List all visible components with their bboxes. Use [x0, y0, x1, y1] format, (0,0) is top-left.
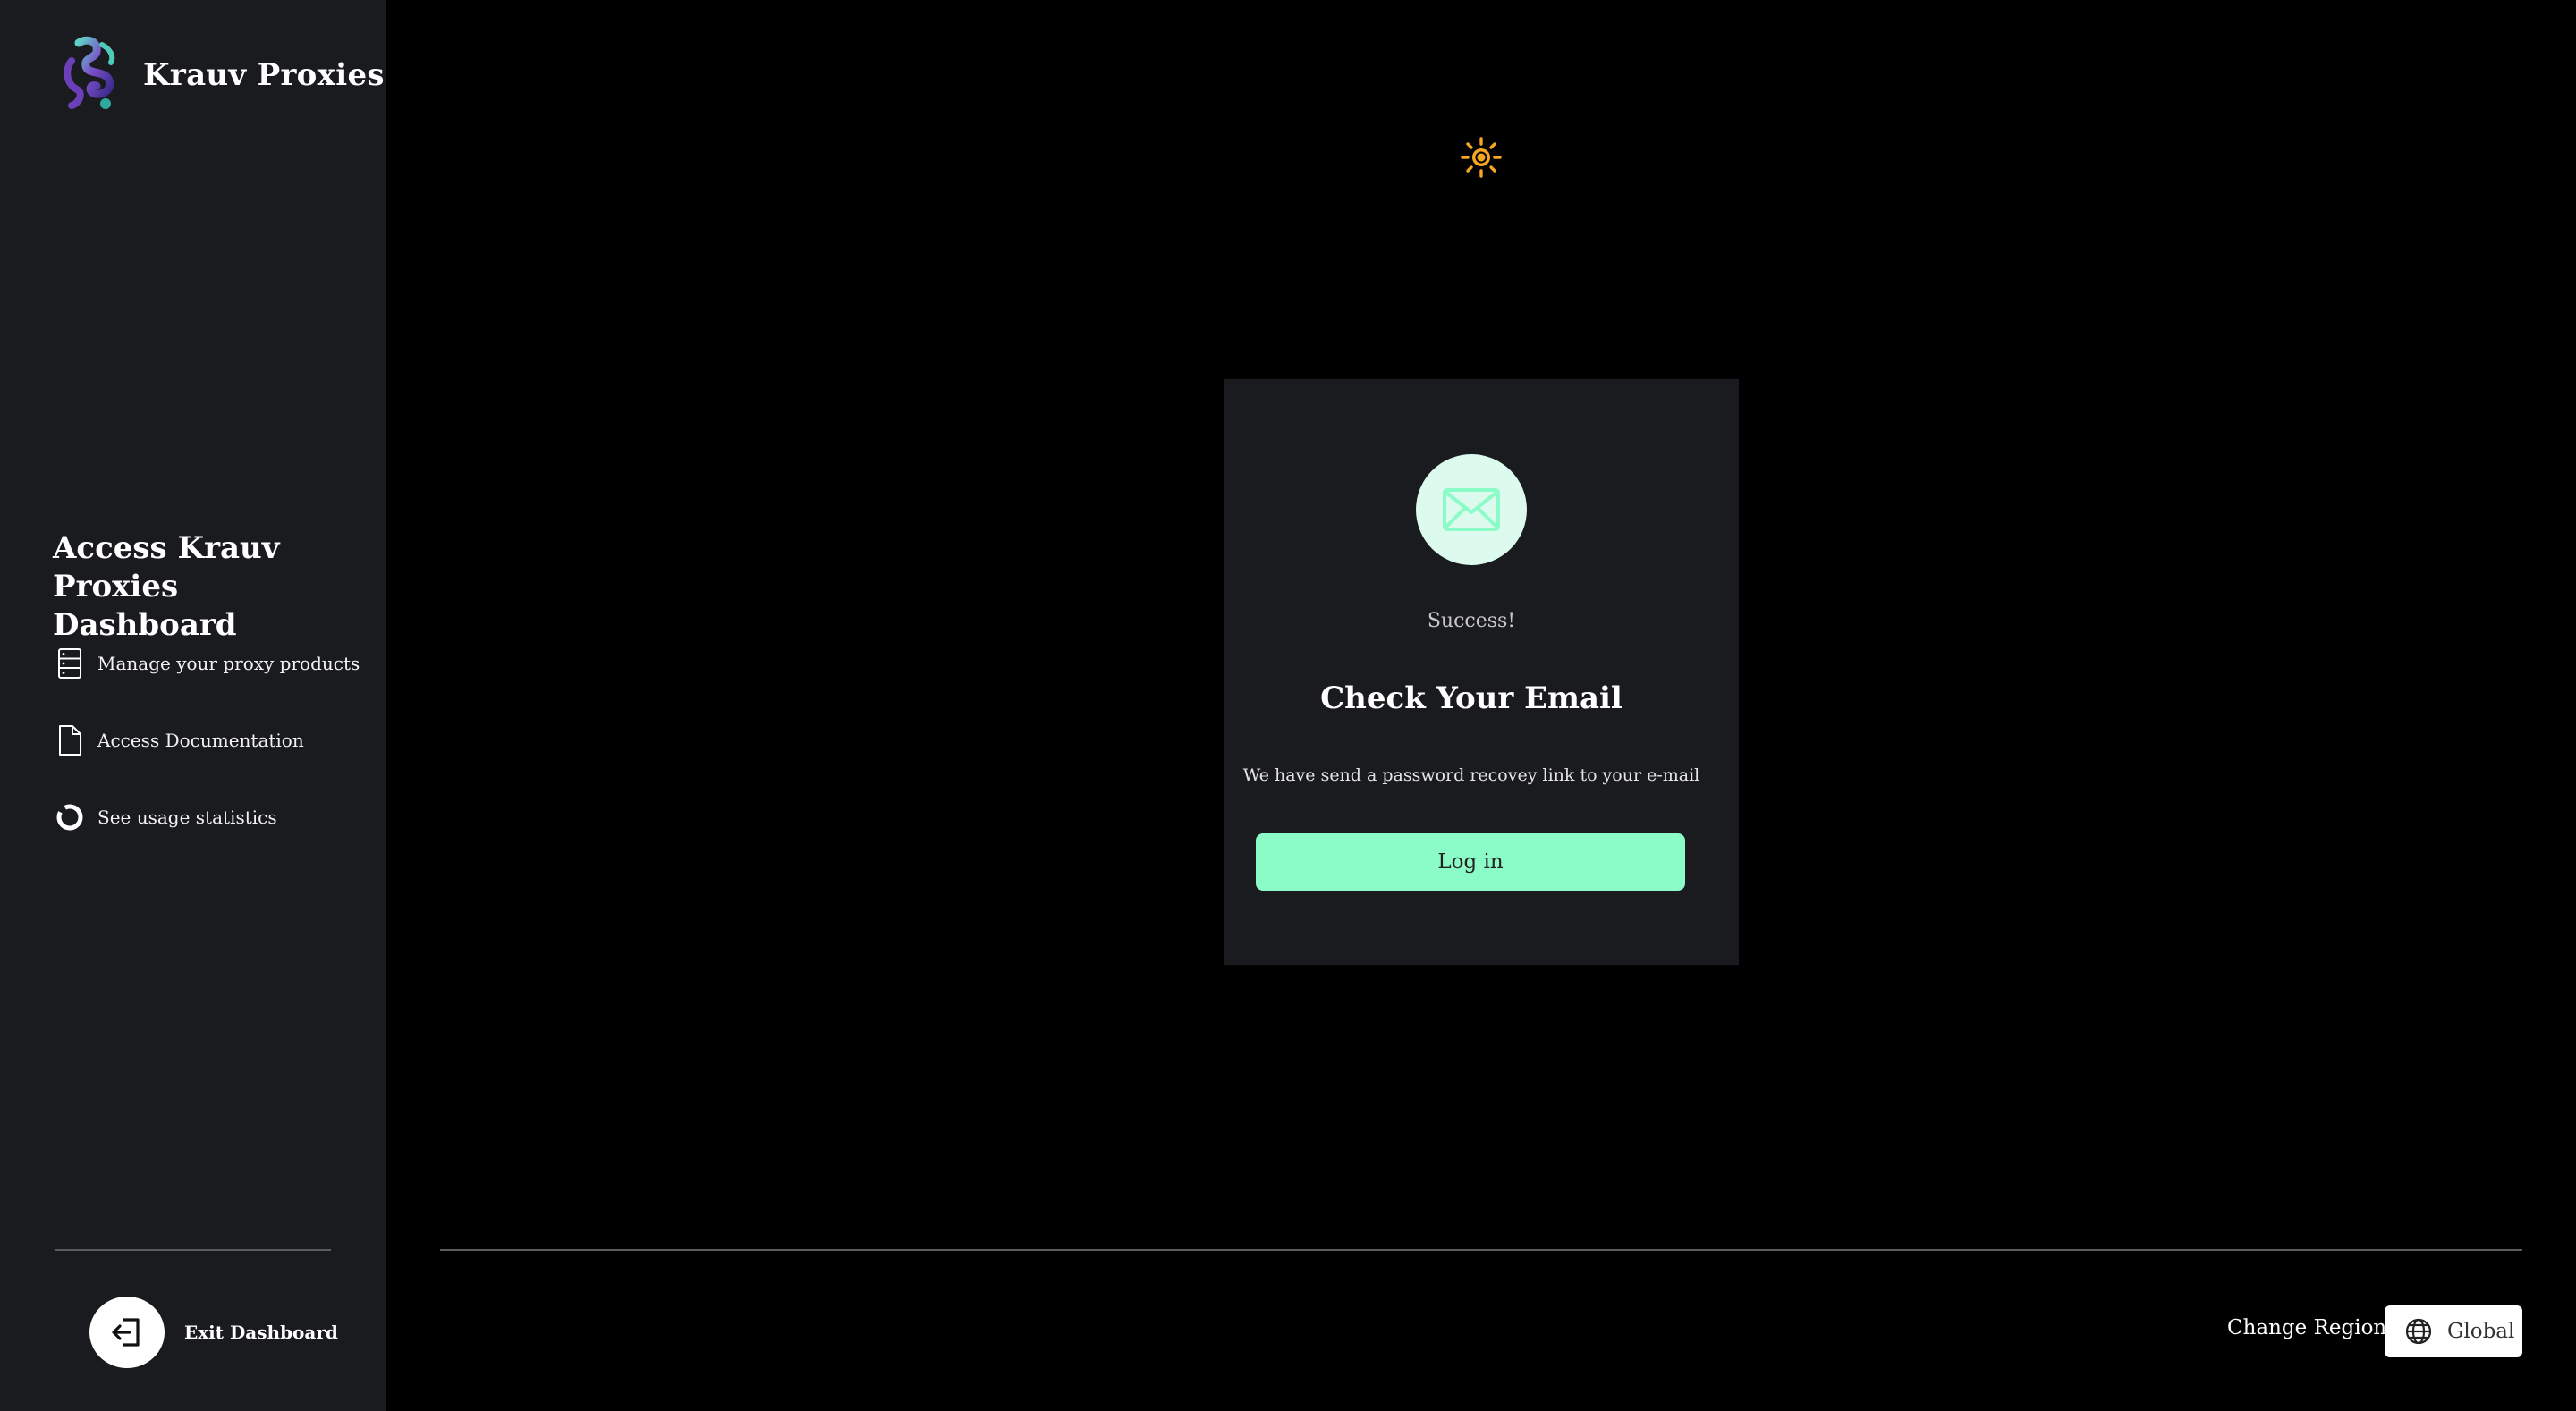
feature-label: Access Documentation	[97, 730, 304, 751]
sidebar: Krauv Proxies Access Krauv Proxies Dashb…	[0, 0, 386, 1411]
sun-icon	[1461, 137, 1502, 178]
feature-item-proxy-products: Manage your proxy products	[54, 646, 376, 681]
brand-logo	[64, 36, 115, 109]
server-list-icon	[54, 646, 86, 681]
region-value: Global	[2447, 1320, 2515, 1343]
card-description: We have send a password recovey link to …	[1242, 765, 1700, 785]
brand-name: Krauv Proxies	[143, 57, 385, 93]
status-text: Success!	[1427, 610, 1516, 632]
globe-icon	[2405, 1318, 2432, 1345]
change-region-label: Change Region	[2227, 1316, 2387, 1339]
region-select-button[interactable]: Global	[2385, 1305, 2522, 1357]
document-icon	[54, 722, 86, 758]
feature-list: Manage your proxy products Access Docume…	[54, 646, 376, 876]
mail-icon	[1443, 488, 1500, 531]
exit-dashboard-button[interactable]: Exit Dashboard	[89, 1297, 338, 1368]
footer-divider	[440, 1249, 2522, 1251]
donut-chart-icon	[54, 799, 86, 835]
sidebar-divider	[55, 1249, 331, 1251]
feature-item-documentation: Access Documentation	[54, 722, 376, 758]
theme-toggle-button[interactable]	[1460, 136, 1503, 179]
exit-icon	[112, 1318, 140, 1347]
exit-icon-circle	[89, 1297, 165, 1368]
card-title: Check Your Email	[1320, 680, 1623, 716]
promo-title: Access Krauv Proxies Dashboard	[53, 530, 280, 643]
feature-item-usage-statistics: See usage statistics	[54, 799, 376, 835]
brand[interactable]: Krauv Proxies	[52, 34, 385, 116]
log-in-button[interactable]: Log in	[1256, 833, 1685, 891]
exit-label: Exit Dashboard	[184, 1322, 338, 1343]
mail-badge	[1416, 454, 1527, 565]
feature-label: Manage your proxy products	[97, 653, 360, 674]
feature-label: See usage statistics	[97, 807, 277, 828]
success-card: Success! Check Your Email We have send a…	[1224, 379, 1739, 965]
